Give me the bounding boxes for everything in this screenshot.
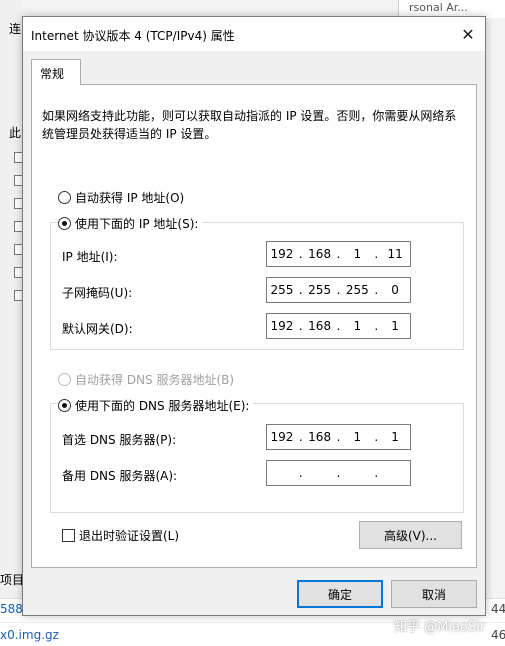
background-number: 46 <box>491 628 505 642</box>
ip-octet: 1 <box>391 430 399 444</box>
subnet-mask-input[interactable]: 255. 255. 255. 0 <box>266 277 411 303</box>
manual-ip-label: 使用下面的 IP 地址(S): <box>75 217 199 231</box>
ip-octet: 192 <box>270 319 294 333</box>
dialog-title: Internet 协议版本 4 (TCP/IPv4) 属性 <box>31 29 235 43</box>
dns-settings-group <box>50 403 464 513</box>
alternate-dns-input[interactable]: . . . <box>266 460 411 486</box>
manual-ip-radio[interactable]: 使用下面的 IP 地址(S): <box>58 215 203 232</box>
auto-ip-radio[interactable]: 自动获得 IP 地址(O) <box>58 189 184 206</box>
tab-general[interactable]: 常规 <box>31 59 81 85</box>
radio-unchecked-icon <box>58 191 71 204</box>
default-gateway-input[interactable]: 192. 168. 1. 1 <box>266 313 411 339</box>
cancel-button[interactable]: 取消 <box>391 580 477 608</box>
background-number: 44 <box>491 602 505 616</box>
auto-ip-label: 自动获得 IP 地址(O) <box>75 191 185 205</box>
alternate-dns-label: 备用 DNS 服务器(A): <box>62 469 178 483</box>
radio-checked-icon <box>58 217 71 230</box>
advanced-button-label: 高级(V)... <box>383 528 438 543</box>
ip-octet: 192 <box>270 430 294 444</box>
manual-dns-radio[interactable]: 使用下面的 DNS 服务器地址(E): <box>58 397 254 414</box>
background-link[interactable]: x0.img.gz <box>0 628 59 642</box>
title-bar[interactable]: Internet 协议版本 4 (TCP/IPv4) 属性 ✕ <box>23 17 485 51</box>
radio-checked-icon <box>58 399 71 412</box>
background-fragment-connect: 连 <box>9 22 22 36</box>
general-tab-panel: 如果网络支持此功能，则可以获取自动指派的 IP 设置。否则，你需要从网络系统管理… <box>31 84 477 568</box>
ip-octet: 1 <box>391 319 399 333</box>
default-gateway-label: 默认网关(D): <box>62 322 133 336</box>
tcpip-properties-dialog: Internet 协议版本 4 (TCP/IPv4) 属性 ✕ 常规 如果网络支… <box>22 16 486 616</box>
ip-octet: 11 <box>387 247 403 261</box>
cancel-button-label: 取消 <box>421 587 446 602</box>
subnet-mask-label: 子网掩码(U): <box>62 286 133 300</box>
ok-button-label: 确定 <box>327 587 352 602</box>
ip-octet: 168 <box>308 319 332 333</box>
ip-octet: 0 <box>391 283 399 297</box>
ip-octet: 168 <box>308 247 332 261</box>
background-fragment-this: 此 <box>9 126 22 140</box>
ip-octet: 1 <box>353 319 362 333</box>
ip-address-label: IP 地址(I): <box>62 250 118 264</box>
validate-on-exit-label: 退出时验证设置(L) <box>79 529 180 543</box>
validate-on-exit-checkbox[interactable]: 退出时验证设置(L) <box>62 527 179 544</box>
tab-general-label: 常规 <box>40 67 65 81</box>
close-button[interactable]: ✕ <box>451 17 485 51</box>
ip-octet: 255 <box>270 283 294 297</box>
checkbox-unchecked-icon <box>62 529 75 542</box>
ip-octet: 192 <box>270 247 294 261</box>
advanced-button[interactable]: 高级(V)... <box>359 521 462 549</box>
preferred-dns-input[interactable]: 192. 168. 1. 1 <box>266 424 411 450</box>
auto-dns-label: 自动获得 DNS 服务器地址(B) <box>75 373 235 387</box>
watermark: 知乎 @MiaoSir <box>394 620 486 635</box>
ip-octet: 1 <box>353 430 362 444</box>
auto-dns-radio: 自动获得 DNS 服务器地址(B) <box>58 371 234 388</box>
description-text: 如果网络支持此功能，则可以获取自动指派的 IP 设置。否则，你需要从网络系统管理… <box>42 109 457 141</box>
ip-octet: 168 <box>308 430 332 444</box>
ip-octet: 255 <box>345 283 369 297</box>
ok-button[interactable]: 确定 <box>297 580 383 608</box>
background-link[interactable]: 588 <box>0 602 23 616</box>
preferred-dns-label: 首选 DNS 服务器(P): <box>62 433 177 447</box>
ip-octet: 1 <box>353 247 362 261</box>
ip-octet: 255 <box>308 283 332 297</box>
radio-disabled-icon <box>58 373 71 386</box>
background-fragment-item: 项目 <box>0 573 25 587</box>
manual-dns-label: 使用下面的 DNS 服务器地址(E): <box>75 399 250 413</box>
ip-address-input[interactable]: 192. 168. 1. 11 <box>266 241 411 267</box>
close-icon: ✕ <box>461 24 475 44</box>
